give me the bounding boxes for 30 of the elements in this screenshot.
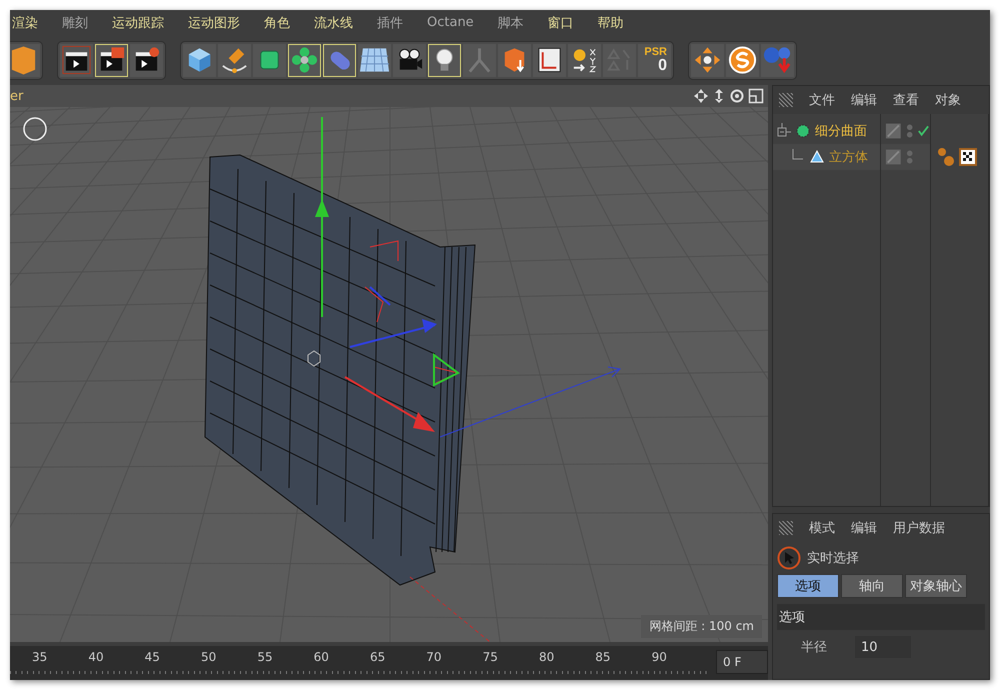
tab[interactable]: 对象轴心 bbox=[905, 574, 967, 598]
menu-item[interactable]: 插件 bbox=[377, 14, 403, 32]
menu-item[interactable]: 脚本 bbox=[498, 14, 524, 32]
menu-item[interactable]: 角色 bbox=[264, 14, 290, 32]
menu-item[interactable]: Octane bbox=[427, 15, 474, 30]
tab[interactable]: 轴向 bbox=[841, 574, 903, 598]
toolbar-button[interactable]: PSR 0 bbox=[638, 44, 671, 77]
menu-item[interactable]: 雕刻 bbox=[62, 14, 88, 32]
menu-item[interactable]: 文件 bbox=[809, 91, 835, 109]
menu-item[interactable]: 流水线 bbox=[314, 14, 353, 32]
menu-item[interactable]: 运动跟踪 bbox=[112, 14, 164, 32]
tool-name: 实时选择 bbox=[807, 550, 859, 567]
menu-item[interactable]: 查看 bbox=[893, 91, 919, 109]
menu-item[interactable]: 编辑 bbox=[851, 91, 877, 109]
menu-item[interactable]: 对象 bbox=[935, 91, 961, 109]
menu-item[interactable]: 模式 bbox=[809, 519, 835, 537]
section-header: 选项 bbox=[777, 604, 985, 630]
menu-item[interactable]: 渲染 bbox=[12, 14, 38, 32]
menu-item[interactable]: 用户数据 bbox=[893, 519, 945, 537]
grid-spacing-label: 网格间距 : 100 cm bbox=[641, 615, 762, 638]
menu-item[interactable]: 运动图形 bbox=[188, 14, 240, 32]
object-name[interactable]: 细分曲面 bbox=[815, 122, 867, 140]
tab[interactable]: 选项 bbox=[777, 574, 839, 598]
frame-field[interactable]: 0 F bbox=[716, 650, 768, 674]
viewport-title: er bbox=[10, 88, 24, 104]
menu-item[interactable]: 编辑 bbox=[851, 519, 877, 537]
menu-item[interactable]: 帮助 bbox=[598, 14, 624, 32]
field-label: 半径 bbox=[801, 639, 827, 656]
menu-item[interactable]: 窗口 bbox=[548, 14, 574, 32]
input-field[interactable]: 10 bbox=[855, 636, 911, 658]
